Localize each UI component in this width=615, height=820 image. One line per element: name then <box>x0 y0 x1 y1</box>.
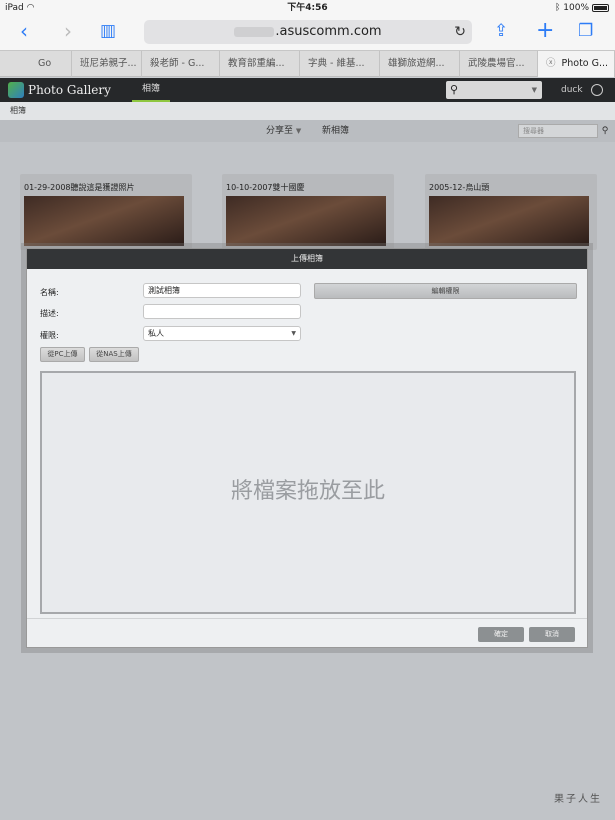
album-card[interactable]: 10-10-2007雙十國慶 <box>222 174 394 250</box>
album-title: 10-10-2007雙十國慶 <box>226 183 305 192</box>
share-to-button[interactable]: 分享至 ▼ <box>266 120 301 142</box>
search-icon[interactable]: ⚲ <box>598 124 612 138</box>
name-label: 名稱: <box>40 288 59 297</box>
browser-tab[interactable]: 字典 - 維基... <box>300 51 380 77</box>
app-header: Photo Gallery 相簿 ⚲ ▼ duck <box>0 78 615 102</box>
battery-icon <box>592 3 609 12</box>
status-bar: iPad ◠ 下午4:56 ᛒ 100% <box>0 0 615 16</box>
photo-gallery-logo-icon <box>8 82 24 98</box>
description-label: 描述: <box>40 309 59 318</box>
watermark: 果子人生 <box>554 794 602 805</box>
confirm-button[interactable]: 確定 <box>478 627 524 642</box>
upload-from-pc-button[interactable]: 從PC上傳 <box>40 347 85 362</box>
album-thumbnail <box>226 196 386 246</box>
back-icon[interactable]: ‹ <box>20 16 28 46</box>
album-card[interactable]: 01-29-2008聽說這是獲證照片 <box>20 174 192 250</box>
header-search-input[interactable]: ⚲ ▼ <box>446 81 542 99</box>
bluetooth-icon: ᛒ <box>554 3 561 13</box>
file-drop-zone[interactable]: 將檔案拖放至此 <box>40 371 576 614</box>
permission-label: 權限: <box>40 331 59 340</box>
tab-albums[interactable]: 相簿 <box>132 78 170 102</box>
album-card[interactable]: 2005-12-烏山頭 <box>425 174 597 250</box>
browser-tab[interactable]: 武陵農場官... <box>460 51 538 77</box>
clock: 下午4:56 <box>287 3 328 13</box>
browser-toolbar: ‹ › ▥ .asuscomm.com ↻ ⇪ + ❐ <box>0 16 615 50</box>
upload-album-dialog: 上傳相簿 名稱: 測試相簿 描述: 權限: 私人 ▼ 編輯權限 從PC上傳 從N… <box>26 248 588 648</box>
browser-tab[interactable]: 雄獅旅遊網... <box>380 51 460 77</box>
edit-permission-button[interactable]: 編輯權限 <box>314 283 577 299</box>
album-title: 01-29-2008聽說這是獲證照片 <box>24 183 135 192</box>
permission-select[interactable]: 私人 ▼ <box>143 326 301 341</box>
tab-strip: Go 班尼弟親子... 殺老師 - G... 教育部重編... 字典 - 維基.… <box>0 50 615 77</box>
album-title: 2005-12-烏山頭 <box>429 183 490 192</box>
chevron-down-icon[interactable]: ▼ <box>532 81 537 99</box>
browser-tab[interactable]: 殺老師 - G... <box>142 51 220 77</box>
new-album-button[interactable]: 新相簿 <box>322 120 349 142</box>
address-bar[interactable]: .asuscomm.com ↻ <box>144 20 472 44</box>
reload-icon[interactable]: ↻ <box>454 20 466 44</box>
forward-icon[interactable]: › <box>64 16 72 46</box>
breadcrumb[interactable]: 相簿 <box>0 102 615 120</box>
album-name-input[interactable]: 測試相簿 <box>143 283 301 298</box>
new-tab-icon[interactable]: + <box>536 16 554 46</box>
app-title: Photo Gallery <box>28 83 111 97</box>
chevron-down-icon: ▼ <box>295 127 302 135</box>
battery-status: ᛒ 100% <box>555 0 609 16</box>
tabs-overview-icon[interactable]: ❐ <box>578 16 593 46</box>
browser-tab[interactable]: 班尼弟親子... <box>72 51 142 77</box>
chevron-down-icon: ▼ <box>291 330 296 337</box>
redacted-host <box>234 26 275 37</box>
share-icon[interactable]: ⇪ <box>494 16 508 46</box>
cancel-button[interactable]: 取消 <box>529 627 575 642</box>
user-icon[interactable] <box>591 84 603 96</box>
drop-hint: 將檔案拖放至此 <box>230 479 385 504</box>
upload-from-nas-button[interactable]: 從NAS上傳 <box>89 347 139 362</box>
dialog-title: 上傳相簿 <box>27 249 587 269</box>
album-description-input[interactable] <box>143 304 301 319</box>
username[interactable]: duck <box>561 78 583 102</box>
dialog-divider <box>27 618 587 619</box>
album-thumbnail <box>429 196 589 246</box>
browser-tab[interactable]: Go <box>30 51 72 77</box>
album-search-input[interactable]: 搜尋器 <box>518 124 598 138</box>
browser-tab-active[interactable]: ⓧ Photo G... <box>538 51 615 77</box>
close-tab-icon[interactable]: ⓧ <box>546 58 556 69</box>
search-icon: ⚲ <box>450 83 459 96</box>
album-thumbnail <box>24 196 184 246</box>
browser-tab[interactable]: 教育部重編... <box>220 51 300 77</box>
album-toolbar: 分享至 ▼ 新相簿 搜尋器 ⚲ <box>0 120 615 142</box>
bookmarks-icon[interactable]: ▥ <box>100 16 116 46</box>
